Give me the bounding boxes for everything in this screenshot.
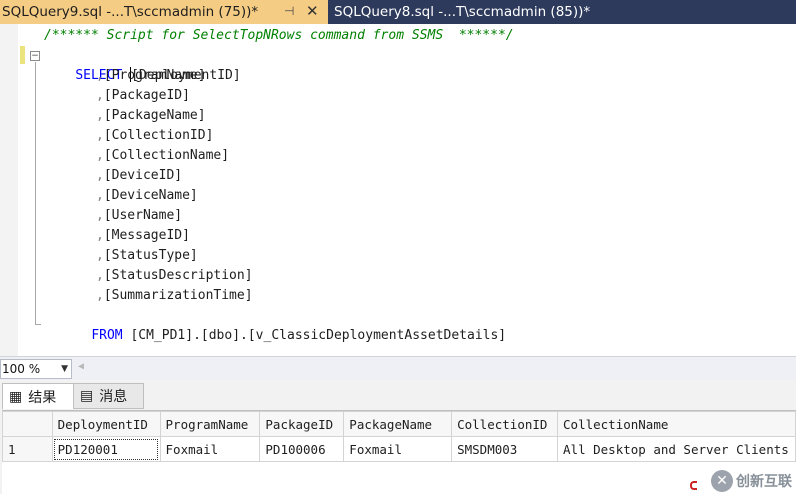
- column-header[interactable]: DeploymentID: [51, 411, 161, 437]
- table-cell[interactable]: Foxmail: [343, 436, 453, 462]
- comma-separator: ,: [96, 208, 104, 223]
- comma-separator: ,: [96, 68, 104, 83]
- tab-messages[interactable]: ▤ 消息: [74, 383, 144, 409]
- column-identifier: [StatusDescription]: [103, 268, 253, 283]
- zoom-bar: 100 % ▼ ◀: [0, 356, 796, 380]
- row-number-header[interactable]: [2, 411, 53, 437]
- code-column-line: ,[PackageID]: [96, 86, 190, 106]
- column-identifier: [DeviceName]: [103, 188, 198, 203]
- table-cell[interactable]: Foxmail: [159, 436, 261, 462]
- results-panel: ▦ 结果 ▤ 消息 DeploymentID ProgramName Packa…: [0, 380, 796, 494]
- column-identifier: [StatusType]: [103, 248, 198, 263]
- zoom-value: 100 %: [2, 362, 41, 376]
- tab-messages-label: 消息: [99, 389, 128, 405]
- results-grid[interactable]: DeploymentID ProgramName PackageID Packa…: [2, 410, 796, 494]
- watermark-mark: [690, 481, 697, 490]
- column-identifier: [CollectionName]: [103, 148, 230, 163]
- collapse-icon[interactable]: −: [30, 51, 40, 61]
- code-column-line: ,[CollectionName]: [96, 146, 229, 166]
- watermark-text: 创新互联: [736, 474, 792, 490]
- column-identifier: [PackageName]: [103, 108, 206, 123]
- row-number[interactable]: 1: [2, 436, 53, 462]
- tab-sqlquery8[interactable]: SQLQuery8.sql -...T\sccmadmin (85))*: [330, 0, 610, 24]
- sql-editor[interactable]: − /****** Script for SelectTopNRows comm…: [0, 24, 796, 356]
- watermark: ✕ 创新互联: [711, 470, 792, 492]
- comma-separator: ,: [96, 188, 104, 203]
- column-header[interactable]: CollectionName: [557, 411, 796, 437]
- comma-separator: ,: [96, 88, 104, 103]
- tab-sqlquery9[interactable]: SQLQuery9.sql -...T\sccmadmin (75))* ⊣ ✕: [0, 0, 328, 24]
- dropdown-arrow-icon[interactable]: ▼: [61, 360, 68, 378]
- change-indicator: [20, 46, 25, 64]
- tab-label: SQLQuery9.sql -...T\sccmadmin (75))*: [2, 4, 259, 20]
- column-identifier: [SummarizationTime]: [103, 288, 253, 303]
- column-identifier: [MessageID]: [103, 228, 190, 243]
- code-column-line: ,[ProgramName]: [96, 66, 206, 86]
- code-column-line: ,[StatusType]: [96, 246, 198, 266]
- column-header[interactable]: PackageName: [343, 411, 453, 437]
- column-header[interactable]: ProgramName: [159, 411, 261, 437]
- comma-separator: ,: [96, 228, 104, 243]
- keyword-from: FROM: [91, 328, 123, 343]
- code-column-line: ,[PackageName]: [96, 106, 206, 126]
- comma-separator: ,: [96, 268, 104, 283]
- table-row: 1 PD120001 Foxmail PD100006 Foxmail SMSD…: [2, 436, 796, 462]
- header-row: DeploymentID ProgramName PackageID Packa…: [2, 411, 796, 437]
- table-cell[interactable]: PD120001: [51, 436, 161, 462]
- results-table: DeploymentID ProgramName PackageID Packa…: [2, 411, 796, 462]
- code-line-select: SELECT [DeploymentID]: [44, 46, 241, 83]
- comma-separator: ,: [96, 128, 104, 143]
- tab-results-label: 结果: [28, 389, 57, 406]
- code-column-line: ,[MessageID]: [96, 226, 190, 246]
- fold-guide: [35, 62, 36, 324]
- column-identifier: [UserName]: [103, 208, 183, 223]
- code-column-line: ,[UserName]: [96, 206, 182, 226]
- grid-icon: ▦: [9, 388, 23, 405]
- code-line-from: FROM [CM_PD1].[dbo].[v_ClassicDeployment…: [60, 306, 506, 343]
- code-column-line: ,[SummarizationTime]: [96, 286, 253, 306]
- column-header[interactable]: CollectionID: [451, 411, 559, 437]
- code-column-line: ,[StatusDescription]: [96, 266, 253, 286]
- table-cell[interactable]: SMSDM003: [451, 436, 559, 462]
- close-tab-icon[interactable]: ✕: [306, 2, 319, 20]
- column-identifier: [DeviceID]: [103, 168, 183, 183]
- column-identifier: [CollectionID]: [103, 128, 214, 143]
- scroll-left-icon[interactable]: ◀: [78, 361, 84, 372]
- code-column-line: ,[CollectionID]: [96, 126, 213, 146]
- code-column-line: ,[DeviceID]: [96, 166, 182, 186]
- column-identifier: [ProgramName]: [103, 68, 206, 83]
- comma-separator: ,: [96, 148, 104, 163]
- comma-separator: ,: [96, 248, 104, 263]
- table-cell[interactable]: All Desktop and Server Clients: [557, 436, 796, 462]
- comma-separator: ,: [96, 108, 104, 123]
- column-identifier: [PackageID]: [103, 88, 190, 103]
- watermark-logo-icon: ✕: [711, 470, 733, 492]
- editor-margin: [0, 24, 18, 356]
- document-tab-strip: SQLQuery9.sql -...T\sccmadmin (75))* ⊣ ✕…: [0, 0, 796, 24]
- code-column-line: ,[DeviceName]: [96, 186, 198, 206]
- pin-icon[interactable]: ⊣: [284, 4, 294, 18]
- table-cell[interactable]: PD100006: [259, 436, 345, 462]
- code-comment: /****** Script for SelectTopNRows comman…: [44, 28, 514, 43]
- fold-guide-end: [35, 324, 41, 325]
- comma-separator: ,: [96, 288, 104, 303]
- column-header[interactable]: PackageID: [259, 411, 345, 437]
- comma-separator: ,: [96, 168, 104, 183]
- messages-icon: ▤: [80, 388, 94, 404]
- from-source: [CM_PD1].[dbo].[v_ClassicDeploymentAsset…: [130, 328, 507, 343]
- tab-label: SQLQuery8.sql -...T\sccmadmin (85))*: [334, 4, 591, 20]
- zoom-select[interactable]: 100 % ▼: [0, 359, 72, 379]
- tab-results[interactable]: ▦ 结果: [2, 383, 74, 409]
